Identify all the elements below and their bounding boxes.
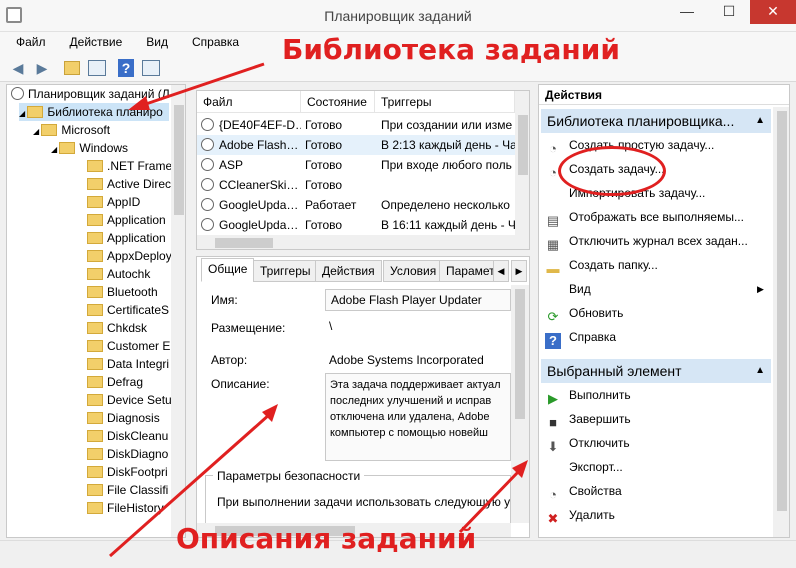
annotation-arrows xyxy=(109,62,528,558)
annotation-descriptions: Описания заданий xyxy=(176,522,477,555)
app-window: Планировщик заданий — ☐ ✕ Файл Действие Ви… xyxy=(0,0,796,568)
highlight-ellipse xyxy=(558,146,666,196)
annotation-library: Библиотека заданий xyxy=(282,33,620,66)
